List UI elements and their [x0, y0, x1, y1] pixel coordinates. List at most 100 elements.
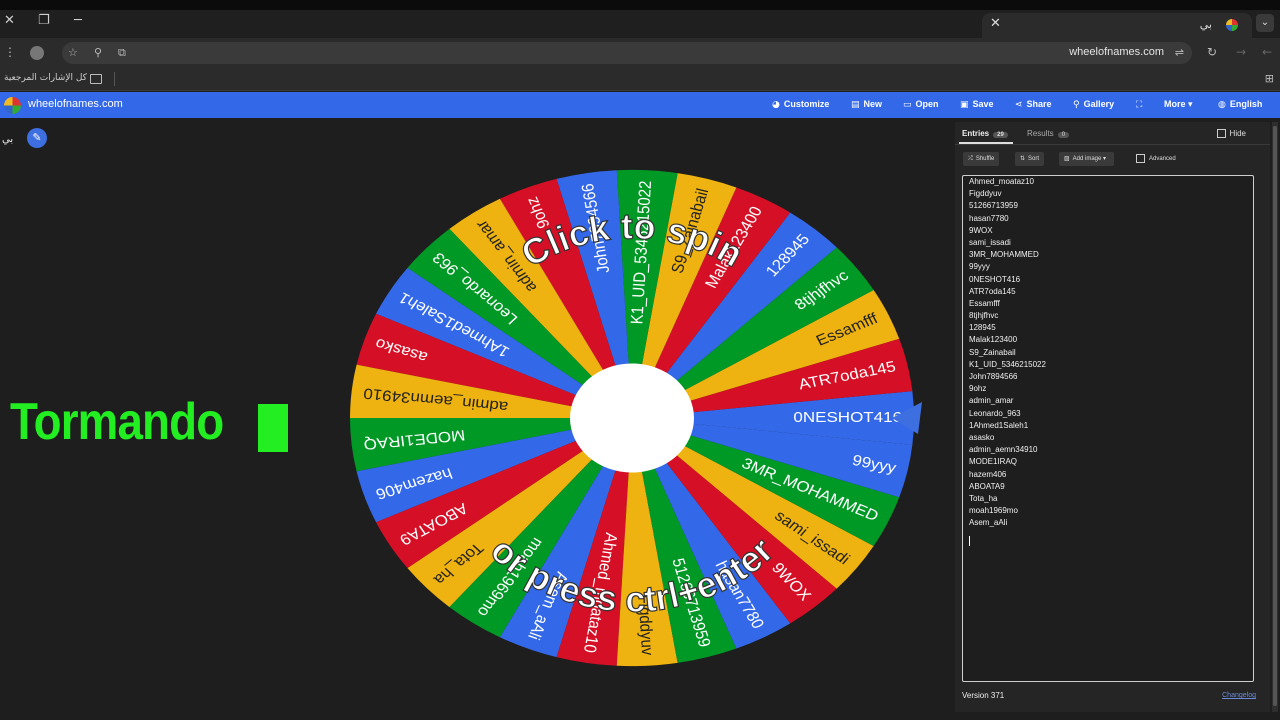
entry-line: 1Ahmed1Saleh1 — [969, 420, 1029, 430]
window-minimize-icon[interactable]: ─ — [74, 13, 82, 28]
shuffle-button[interactable]: ⤮ Shuffle — [963, 152, 1000, 166]
entry-line: K1_UID_5346215022 — [969, 359, 1046, 369]
browser-tab-strip: ✕ ❐ ─ + ✕ بي ⌄ — [0, 10, 1280, 38]
nav-gallery[interactable]: ⚲ Gallery — [1073, 99, 1114, 110]
all-bookmarks-label[interactable]: كل الإشارات المرجعية — [4, 73, 87, 83]
nav-customize[interactable]: ◕ Customize — [772, 99, 829, 110]
entry-line: 0NESHOT416 — [969, 274, 1021, 284]
share-icon: ⋖ — [1015, 100, 1023, 110]
nav-fullscreen[interactable]: ⛶ — [1136, 99, 1146, 110]
checkbox-icon — [1216, 129, 1226, 139]
bookmarks-divider — [114, 72, 115, 86]
wheel-container[interactable]: 0NESHOT416 ATR7oda145 Essamfff 8tjhjfhvc 128… — [340, 160, 940, 680]
nav-language[interactable]: ◍ English — [1218, 99, 1262, 110]
window-restore-icon[interactable]: ❐ — [38, 13, 50, 28]
text-caret — [969, 535, 970, 546]
fullscreen-icon: ⛶ — [1136, 100, 1143, 110]
scrollbar-thumb[interactable] — [1273, 126, 1277, 706]
spin-wheel[interactable]: 0NESHOT416ATR7oda145Essamfff8tjhjfhvc128… — [340, 160, 940, 680]
sort-button[interactable]: ⇅ Sort — [1015, 152, 1045, 166]
entry-line: ABOATA9 — [969, 481, 1005, 491]
apps-grid-icon[interactable]: ⊞ — [1265, 72, 1274, 85]
version-label: Version 371 — [962, 691, 1005, 700]
sort-icon: ⇅ — [1020, 155, 1026, 162]
entry-line: 51266713959 — [969, 201, 1018, 211]
entry-line: Essamfff — [969, 298, 1000, 308]
entry-line: 9WOX — [969, 225, 993, 235]
overlay-cursor-block — [258, 404, 288, 452]
zoom-icon[interactable]: ⚲ — [94, 46, 102, 59]
tab-favicon-icon — [1226, 19, 1238, 31]
tab-results[interactable]: Results 0 — [1027, 129, 1070, 138]
forward-icon[interactable]: → — [1236, 45, 1246, 59]
shuffle-icon: ⤮ — [968, 155, 973, 162]
entry-line: Leonardo_963 — [969, 408, 1021, 418]
bookmarks-bar: كل الإشارات المرجعية ⊞ — [0, 68, 1280, 91]
nav-share[interactable]: ⋖ Share — [1015, 99, 1052, 110]
browser-tab[interactable]: ✕ بي — [982, 13, 1252, 38]
wheel-logo-icon[interactable] — [4, 97, 21, 114]
menu-dots-icon[interactable]: ⋮ — [4, 45, 16, 59]
globe-icon: ◍ — [1218, 100, 1226, 110]
entry-line: sami_issadi — [969, 237, 1011, 247]
entry-line: Malak123400 — [969, 335, 1018, 345]
wheel-title-label: بي — [2, 134, 14, 145]
wheel-slice-label: 0NESHOT416 — [793, 410, 902, 426]
entry-line: admin_amar — [969, 396, 1014, 406]
brand-name[interactable]: wheelofnames.com — [28, 98, 123, 110]
add-image-button[interactable]: ▨ Add image ▾ — [1059, 152, 1115, 166]
back-icon[interactable]: ← — [1262, 45, 1272, 59]
entries-textarea[interactable]: Ahmed_moataz10 Figddyuv 51266713959 hasan77… — [962, 175, 1254, 682]
results-count-badge: 0 — [1057, 132, 1070, 138]
wheel-hub[interactable] — [570, 363, 694, 473]
url-field[interactable]: ☆ ⚲ ⧉ wheelofnames.com ⇌ — [62, 42, 1192, 64]
bookmarks-folder-icon[interactable] — [90, 74, 102, 84]
entry-line: ATR7oda145 — [969, 286, 1016, 296]
tab-close-icon[interactable]: ✕ — [990, 16, 1001, 31]
entry-line: MODE1IRAQ — [969, 457, 1018, 467]
install-app-icon[interactable]: ⧉ — [118, 46, 126, 60]
entry-line: 9ohz — [969, 384, 987, 394]
entry-line: 8tjhjfhvc — [969, 311, 999, 321]
save-icon: ▣ — [960, 100, 969, 110]
chevron-down-icon: ▾ — [1188, 100, 1193, 110]
app-header: wheelofnames.com ◕ Customize ▤ New ▭ Open ▣… — [0, 92, 1280, 118]
window-close-icon[interactable]: ✕ — [4, 13, 15, 28]
profile-avatar-icon[interactable] — [30, 46, 44, 60]
entry-line: Asem_aAli — [969, 518, 1008, 528]
changelog-link[interactable]: Changelog — [1222, 692, 1256, 699]
entry-line: asasko — [969, 432, 995, 442]
entry-line: S9_Zainabail — [969, 347, 1016, 357]
entry-line: Tota_ha — [969, 493, 998, 503]
tab-entries[interactable]: Entries 29 — [962, 129, 1008, 138]
bookmark-star-icon[interactable]: ☆ — [68, 46, 78, 59]
entry-line: moah1969mo — [969, 506, 1018, 516]
edit-pencil-icon[interactable]: ✎ — [27, 128, 47, 148]
entry-line: 3MR_MOHAMMED — [969, 250, 1039, 260]
overlay-caption: Tormando — [10, 393, 224, 451]
nav-more[interactable]: More ▾ — [1164, 99, 1197, 110]
entry-line: Figddyuv — [969, 189, 1002, 199]
entry-line: 128945 — [969, 323, 996, 333]
page-scrollbar[interactable] — [1272, 122, 1278, 712]
tab-title: بي — [1199, 19, 1212, 31]
image-icon: ▨ — [1064, 155, 1070, 162]
reload-icon[interactable]: ↻ — [1207, 45, 1217, 59]
entry-line: admin_aemn34910 — [969, 445, 1038, 455]
entry-line: hazem406 — [969, 469, 1007, 479]
entries-count-badge: 29 — [993, 132, 1008, 138]
tab-search-chevron-icon[interactable]: ⌄ — [1256, 14, 1274, 32]
entry-line: Ahmed_moataz10 — [969, 177, 1034, 186]
nav-open[interactable]: ▭ Open — [903, 99, 939, 110]
hide-panel-checkbox[interactable]: Hide — [1216, 129, 1246, 139]
new-file-icon: ▤ — [851, 100, 860, 110]
entry-line: 99yyy — [969, 262, 990, 272]
site-settings-icon[interactable]: ⇌ — [1175, 46, 1184, 59]
entry-line: John7894566 — [969, 372, 1018, 381]
advanced-checkbox[interactable]: Advanced — [1131, 152, 1181, 166]
chevron-down-icon: ▾ — [1103, 155, 1107, 162]
nav-new[interactable]: ▤ New — [851, 99, 882, 110]
nav-save[interactable]: ▣ Save — [960, 99, 994, 110]
checkbox-icon — [1136, 153, 1145, 163]
url-text: wheelofnames.com — [1069, 46, 1164, 58]
